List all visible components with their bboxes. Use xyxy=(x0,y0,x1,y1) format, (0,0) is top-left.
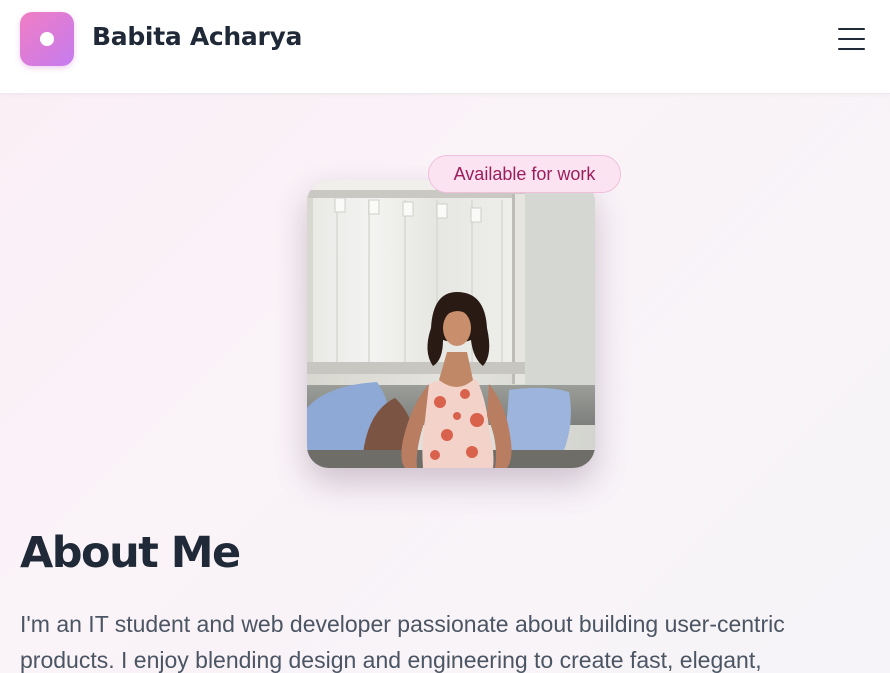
menu-bar-icon xyxy=(838,28,865,30)
brand-name[interactable]: Babita Acharya xyxy=(92,22,302,51)
hamburger-menu-button[interactable] xyxy=(838,28,866,50)
about-title: About Me xyxy=(20,528,241,578)
logo[interactable] xyxy=(20,12,74,66)
profile-photo xyxy=(307,180,595,468)
circle-dot-icon xyxy=(40,32,54,46)
site-header: Babita Acharya xyxy=(0,0,890,94)
menu-bar-icon xyxy=(838,38,865,40)
availability-badge: Available for work xyxy=(428,155,621,193)
about-description: I'm an IT student and web developer pass… xyxy=(20,611,785,673)
menu-bar-icon xyxy=(838,48,865,50)
